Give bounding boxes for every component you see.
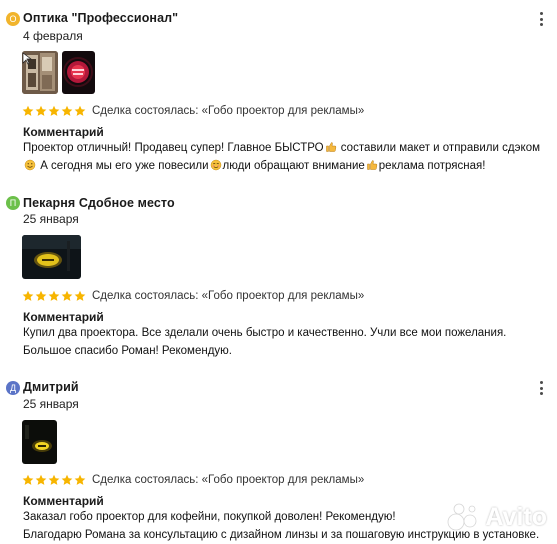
review-photo[interactable] <box>22 420 57 464</box>
star-icon <box>74 105 86 116</box>
avito-logo-icon <box>448 503 477 531</box>
more-options-icon[interactable] <box>539 381 543 395</box>
review-date: 25 января <box>23 212 79 226</box>
star-icon <box>35 474 47 485</box>
more-options-icon[interactable] <box>539 12 543 26</box>
author-name[interactable]: Пекарня Сдобное место <box>23 196 175 210</box>
smile-emoji <box>24 159 36 171</box>
avito-watermark: Avito <box>447 502 547 532</box>
deal-status: Сделка состоялась: «Гобо проектор для ре… <box>92 474 365 486</box>
comment-title: Комментарий <box>23 125 104 139</box>
comment-title: Комментарий <box>23 494 104 508</box>
deal-status: Сделка состоялась: «Гобо проектор для ре… <box>92 290 365 302</box>
star-icon <box>22 474 34 485</box>
comment-title: Комментарий <box>23 310 104 324</box>
star-icon <box>48 290 60 301</box>
avatar: О <box>6 12 20 26</box>
star-icon <box>61 290 73 301</box>
star-icon <box>35 290 47 301</box>
star-icon <box>74 290 86 301</box>
star-icon <box>22 290 34 301</box>
rating-stars <box>22 290 86 302</box>
star-icon <box>35 105 47 116</box>
avito-watermark-text: Avito <box>485 502 547 531</box>
deal-status: Сделка состоялась: «Гобо проектор для ре… <box>92 105 365 117</box>
review-photo[interactable] <box>22 235 81 279</box>
thumbs-up-emoji <box>325 142 336 152</box>
rating-stars <box>22 105 86 117</box>
author-name[interactable]: Оптика "Профессионал" <box>23 11 178 25</box>
star-icon <box>74 474 86 485</box>
author-name[interactable]: Дмитрий <box>23 380 79 394</box>
star-icon <box>61 474 73 485</box>
star-icon <box>48 474 60 485</box>
rating-stars <box>22 474 86 486</box>
comment-text: Проектор отличный! Продавец супер! Главн… <box>23 142 540 172</box>
star-icon <box>48 105 60 116</box>
avatar: П <box>6 196 20 210</box>
review-date: 4 февраля <box>23 29 83 43</box>
comment-text: Купил два проектора. Все зделали очень б… <box>23 327 507 357</box>
thumbs-up-emoji <box>367 160 377 170</box>
blush-emoji <box>210 159 221 171</box>
review-date: 25 января <box>23 397 79 411</box>
star-icon <box>61 105 73 116</box>
review-photo[interactable] <box>62 51 95 94</box>
avatar: Д <box>6 381 20 395</box>
review-photo[interactable] <box>22 51 58 94</box>
star-icon <box>22 105 34 116</box>
